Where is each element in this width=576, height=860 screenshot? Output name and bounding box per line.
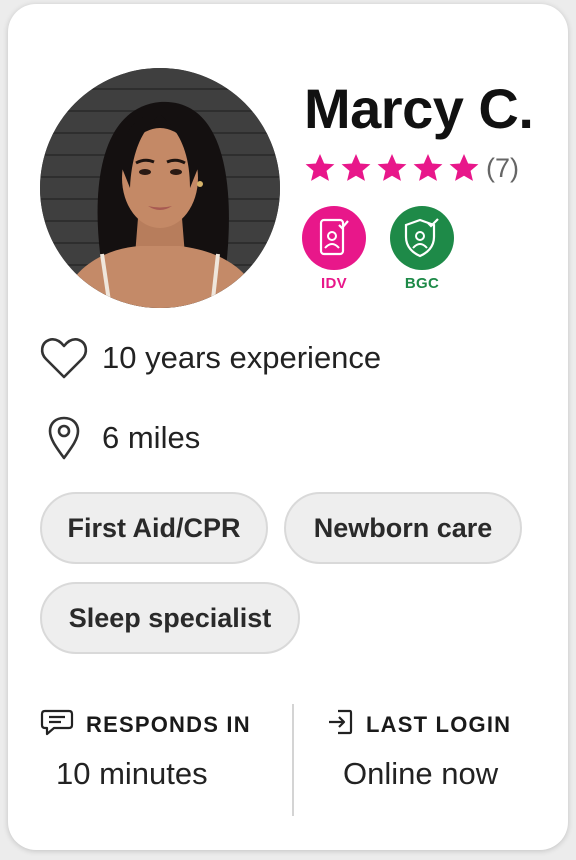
- badge-label: BGC: [404, 275, 440, 292]
- star-icon: [376, 152, 408, 184]
- responds-in-value: 10 minutes: [56, 756, 208, 791]
- star-icon: [304, 152, 336, 184]
- star-icon: [340, 152, 372, 184]
- caregiver-name: Marcy C.: [304, 77, 534, 140]
- experience-text: 10 years experience: [102, 340, 382, 375]
- last-login-header: LAST LOGIN: [326, 708, 511, 741]
- distance-text: 6 miles: [102, 420, 201, 455]
- skill-chip-newborn-care[interactable]: Newborn care: [284, 492, 522, 564]
- bgc-badge[interactable]: BGC: [388, 206, 456, 292]
- skill-chip-sleep-specialist[interactable]: Sleep specialist: [40, 582, 300, 654]
- caregiver-profile-card[interactable]: Marcy C. (7) IDV BGC 10 years experience…: [8, 4, 568, 850]
- location-pin-icon: [38, 412, 90, 464]
- last-login-label: LAST LOGIN: [366, 711, 512, 737]
- star-icon: [412, 152, 444, 184]
- login-arrow-icon: [326, 708, 354, 741]
- review-count[interactable]: (7): [486, 153, 519, 184]
- avatar: [40, 68, 280, 308]
- badge-label: IDV: [321, 275, 347, 292]
- heart-icon: [38, 332, 90, 384]
- experience-row: 10 years experience: [38, 332, 381, 384]
- chat-bubble-icon: [40, 708, 74, 741]
- star-rating: (7): [304, 152, 519, 184]
- stats-divider: [292, 704, 294, 816]
- background-check-shield-icon: [390, 206, 454, 270]
- star-icon: [448, 152, 480, 184]
- responds-in-header: RESPONDS IN: [40, 708, 251, 741]
- skill-chip-first-aid[interactable]: First Aid/CPR: [40, 492, 268, 564]
- last-login-value: Online now: [343, 756, 499, 791]
- responds-in-label: RESPONDS IN: [86, 711, 251, 737]
- idv-badge[interactable]: IDV: [300, 206, 368, 292]
- distance-row: 6 miles: [38, 412, 200, 464]
- id-verified-icon: [302, 206, 366, 270]
